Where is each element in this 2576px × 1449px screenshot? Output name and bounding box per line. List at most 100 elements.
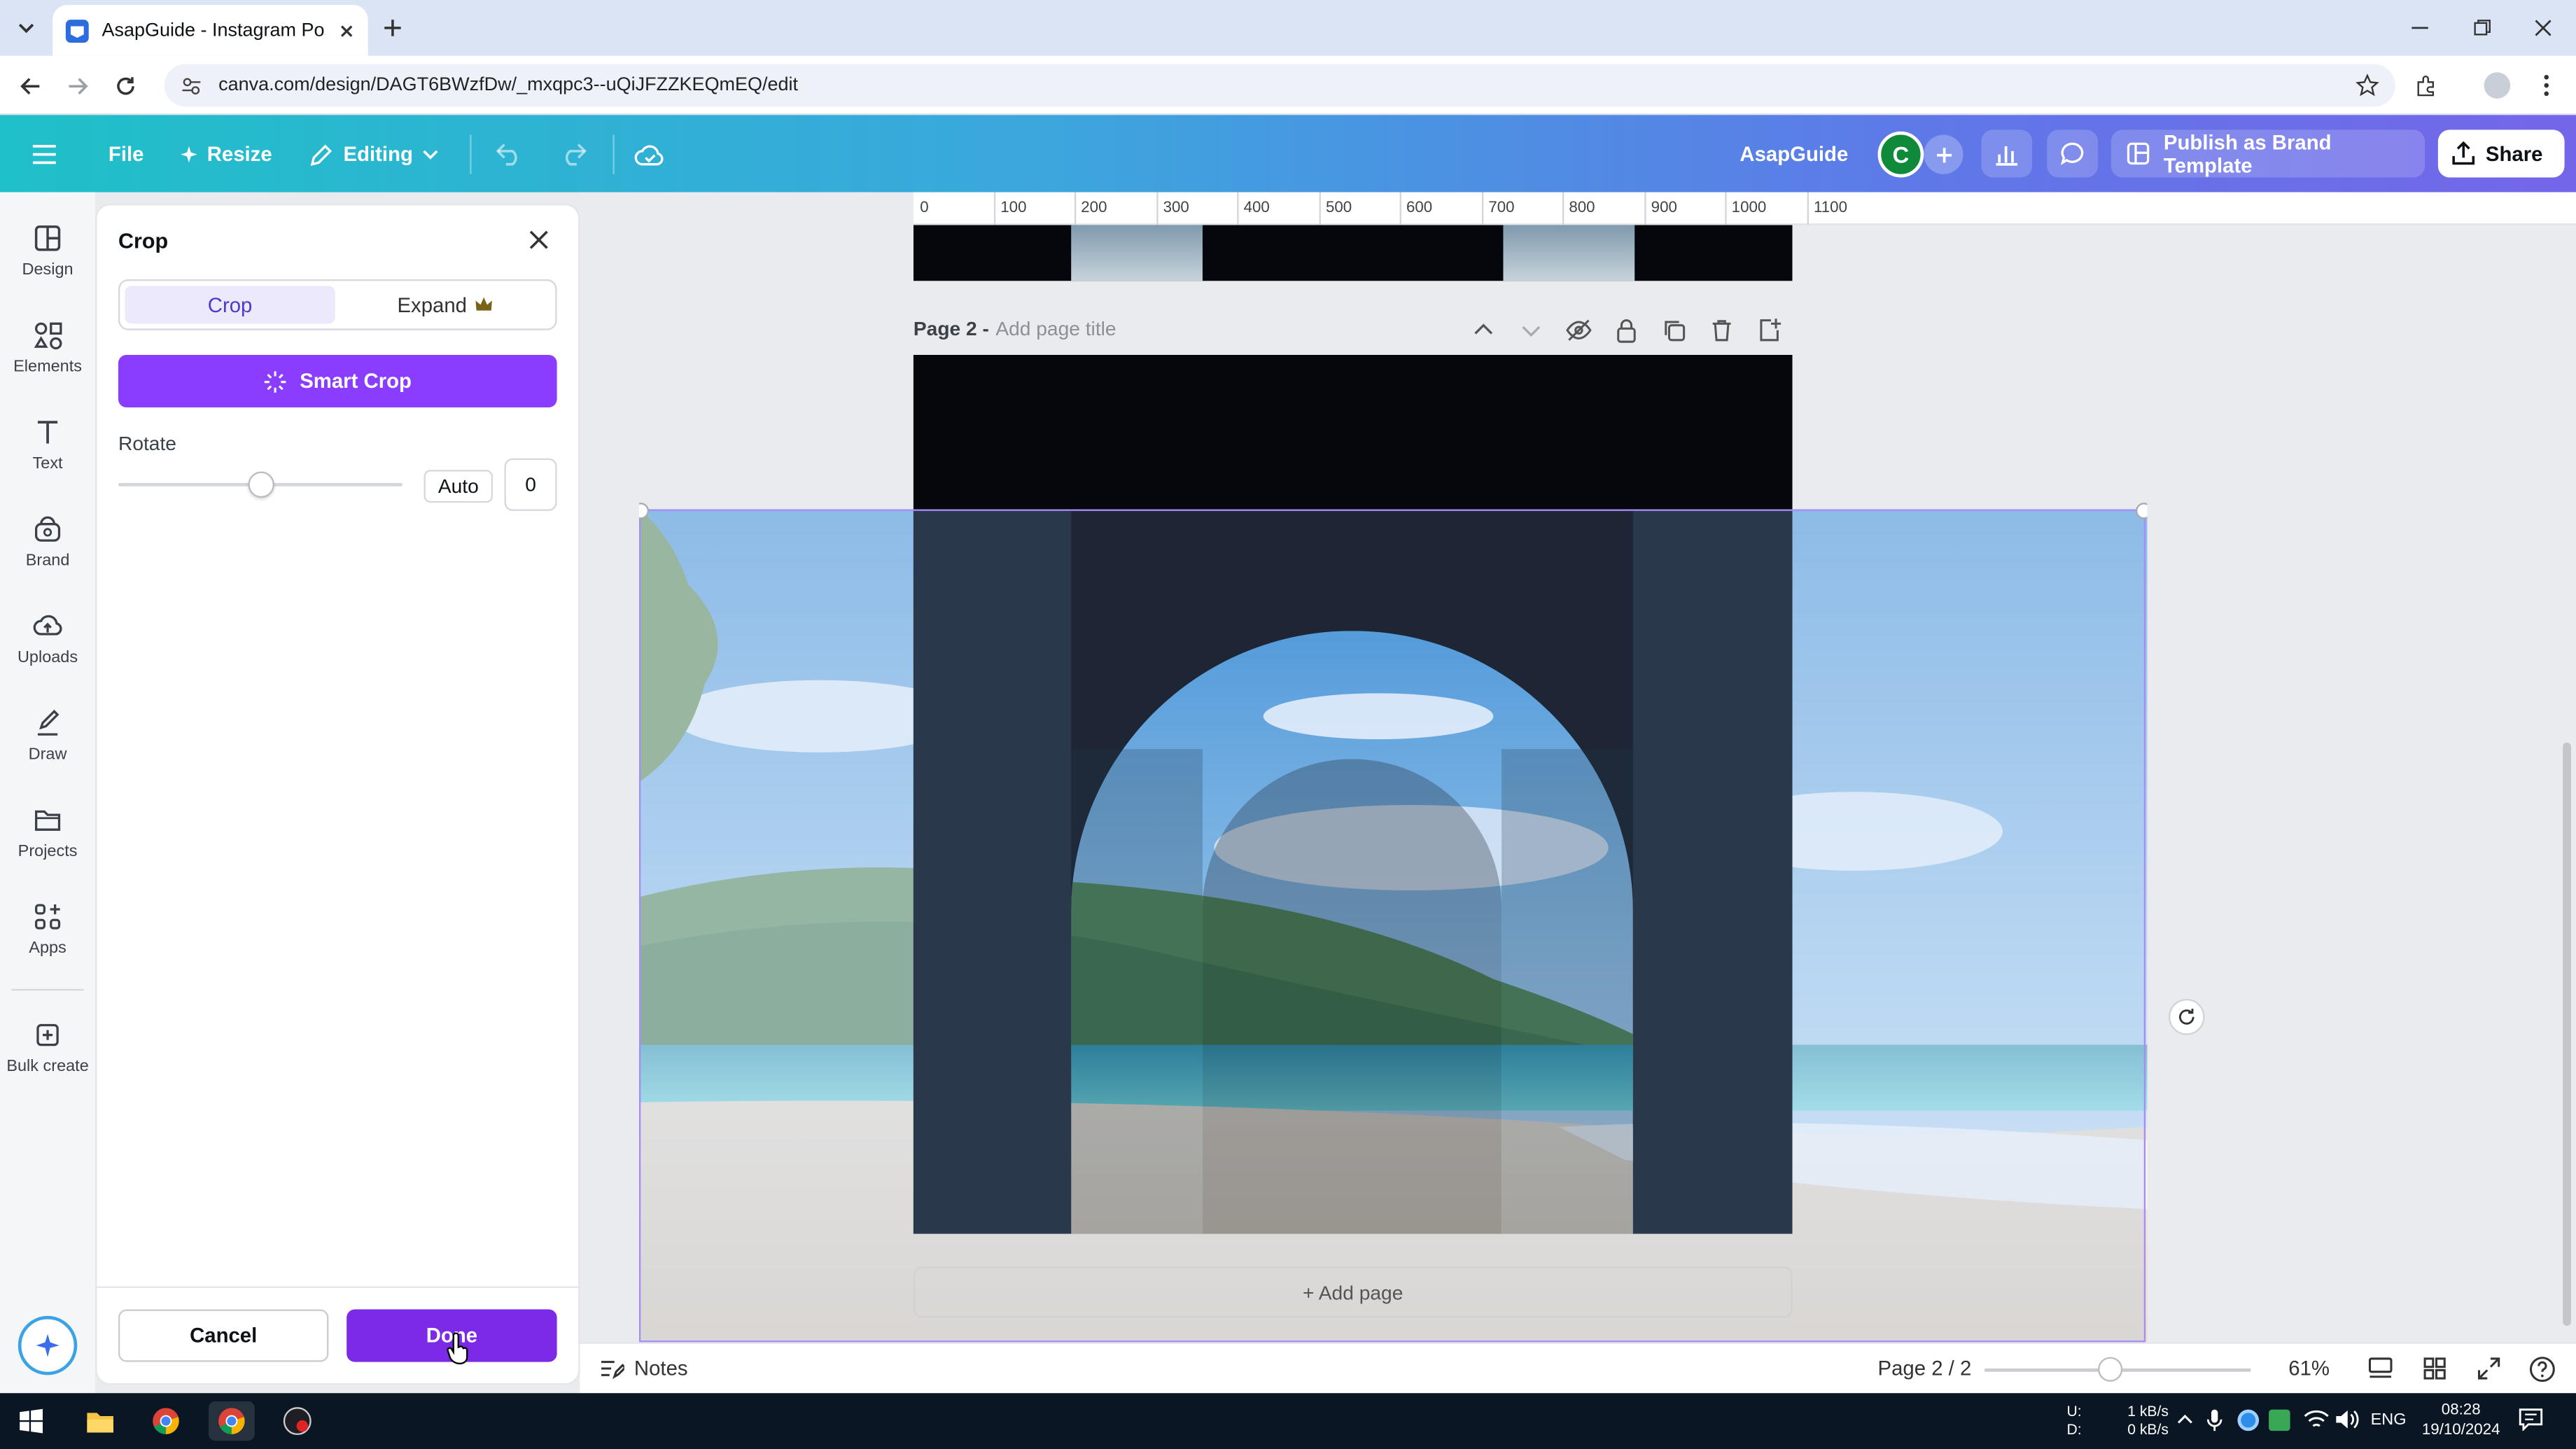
sidebar-item-text[interactable]: Text: [0, 402, 95, 488]
zoom-slider-thumb[interactable]: [2098, 1357, 2123, 1382]
help-icon[interactable]: [2528, 1355, 2556, 1383]
magic-assistant-icon[interactable]: [18, 1315, 78, 1376]
page-indicator[interactable]: Page 2 / 2: [1878, 1357, 1972, 1380]
undo-icon[interactable]: [496, 134, 524, 174]
system-clock[interactable]: 08:28 19/10/2024: [2415, 1401, 2507, 1441]
ruler-tick: 300: [1163, 198, 1189, 217]
ruler-tick: 200: [1081, 198, 1107, 217]
crown-icon: [475, 297, 493, 312]
page-view-icon[interactable]: [2367, 1355, 2394, 1382]
windows-start-icon[interactable]: [8, 1401, 55, 1441]
close-tab-icon[interactable]: [338, 22, 354, 38]
chrome-icon[interactable]: [143, 1401, 189, 1441]
sidebar-item-apps[interactable]: Apps: [0, 887, 95, 972]
page-1-preview[interactable]: [913, 225, 1793, 281]
reload-icon[interactable]: [108, 69, 141, 102]
resize-button[interactable]: Resize: [181, 134, 272, 174]
tab-expand[interactable]: Expand: [338, 286, 552, 323]
rotate-handle-icon[interactable]: [2168, 998, 2205, 1035]
site-info-icon[interactable]: [181, 75, 202, 97]
cloud-save-icon[interactable]: [634, 134, 666, 174]
comments-icon[interactable]: [2047, 130, 2099, 178]
lock-page-icon[interactable]: [1614, 317, 1640, 344]
rotate-slider-thumb[interactable]: [248, 471, 274, 498]
panel-title: Crop: [118, 228, 169, 253]
profile-icon[interactable]: [2481, 69, 2514, 102]
delete-page-icon[interactable]: [1709, 317, 1735, 344]
notes-label: Notes: [634, 1357, 688, 1380]
insights-icon[interactable]: [1981, 130, 2033, 178]
browser-tab-active[interactable]: AsapGuide - Instagram Post: [52, 5, 368, 56]
close-window-icon[interactable]: [2525, 10, 2561, 46]
browser-menu-icon[interactable]: [2530, 69, 2563, 102]
grid-view-icon[interactable]: [2421, 1355, 2448, 1382]
page-actions: [1471, 317, 1783, 344]
page-title-input[interactable]: Add page title: [995, 317, 1116, 340]
notifications-icon[interactable]: [2519, 1408, 2543, 1432]
sidebar-item-projects[interactable]: Projects: [0, 790, 95, 876]
bookmark-star-icon[interactable]: [2356, 74, 2379, 97]
page-title-row[interactable]: Page 2 - Add page title: [913, 317, 1116, 340]
tray-overflow-icon[interactable]: [2177, 1411, 2193, 1427]
notes-button[interactable]: Notes: [600, 1357, 688, 1380]
forward-icon[interactable]: [61, 69, 94, 102]
minimize-icon[interactable]: [2402, 10, 2438, 46]
sidebar-item-elements[interactable]: Elements: [0, 306, 95, 391]
sidebar-item-brand[interactable]: Brand: [0, 499, 95, 584]
microphone-icon[interactable]: [2206, 1408, 2222, 1432]
ruler-tick: 800: [1569, 198, 1595, 217]
team-name[interactable]: AsapGuide: [1740, 134, 1848, 174]
editor-footer: Notes Page 2 / 2 61%: [580, 1342, 2576, 1394]
duplicate-page-icon[interactable]: [1661, 317, 1688, 344]
tab-search-icon[interactable]: [10, 11, 43, 44]
rotate-auto-button[interactable]: Auto: [424, 470, 493, 503]
sidebar-label: Design: [22, 261, 74, 279]
sidebar-item-design[interactable]: Design: [0, 209, 95, 294]
sidebar-item-uploads[interactable]: Uploads: [0, 596, 95, 682]
volume-icon[interactable]: [2334, 1408, 2359, 1431]
sidebar-divider: [11, 988, 84, 991]
address-bar[interactable]: canva.com/design/DAGT6BWzfDw/_mxqpc3--uQ…: [164, 64, 2395, 107]
security-tray-icon[interactable]: [2237, 1409, 2260, 1432]
cancel-button[interactable]: Cancel: [118, 1309, 329, 1362]
hide-page-icon[interactable]: [1566, 317, 1592, 344]
publish-brand-template-button[interactable]: Publish as Brand Template: [2110, 130, 2426, 178]
main-menu-icon[interactable]: [31, 134, 58, 174]
add-page-button[interactable]: + Add page: [913, 1266, 1793, 1318]
close-icon[interactable]: [527, 228, 550, 251]
move-page-up-icon[interactable]: [1471, 317, 1497, 344]
ruler-tick: 700: [1488, 198, 1515, 217]
extensions-icon[interactable]: [2410, 69, 2443, 102]
rotate-value-input[interactable]: 0: [504, 458, 557, 511]
ruler-tick: 1000: [1731, 198, 1767, 217]
new-tab-icon[interactable]: [376, 11, 409, 44]
sidebar-item-draw[interactable]: Draw: [0, 693, 95, 778]
sidebar-item-bulk-create[interactable]: Bulk create: [0, 1005, 95, 1091]
input-language[interactable]: ENG: [2371, 1411, 2407, 1429]
vertical-scrollbar[interactable]: [2563, 742, 2571, 1326]
app-tray-icon[interactable]: [2269, 1409, 2290, 1432]
file-explorer-icon[interactable]: [77, 1401, 123, 1441]
restore-icon[interactable]: [2464, 10, 2500, 46]
avatar[interactable]: C: [1877, 131, 1924, 178]
fullscreen-icon[interactable]: [2476, 1355, 2502, 1382]
net-down-label: D:: [2066, 1421, 2082, 1438]
tab-crop[interactable]: Crop: [125, 286, 335, 324]
share-button[interactable]: Share: [2437, 130, 2565, 178]
wifi-icon[interactable]: [2303, 1408, 2330, 1431]
editing-mode-button[interactable]: Editing: [309, 134, 439, 174]
add-page-icon[interactable]: [1756, 317, 1783, 344]
file-menu-button[interactable]: File: [108, 134, 144, 174]
brand-icon: [33, 514, 62, 544]
net-up-value: 1 kB/s: [2127, 1403, 2169, 1420]
screen-recorder-icon[interactable]: [274, 1401, 321, 1441]
back-icon[interactable]: [13, 69, 46, 102]
zoom-level[interactable]: 61%: [2288, 1357, 2330, 1380]
add-collaborator-icon[interactable]: [1924, 134, 1963, 174]
crop-image-editor[interactable]: [638, 354, 2148, 1343]
smart-crop-button[interactable]: Smart Crop: [118, 354, 557, 408]
move-page-down-icon[interactable]: [1518, 317, 1545, 344]
redo-icon[interactable]: [559, 134, 587, 174]
chrome-active-icon[interactable]: [209, 1401, 255, 1441]
side-navigation: Design Elements Text Brand Uploads Draw …: [0, 192, 96, 1394]
